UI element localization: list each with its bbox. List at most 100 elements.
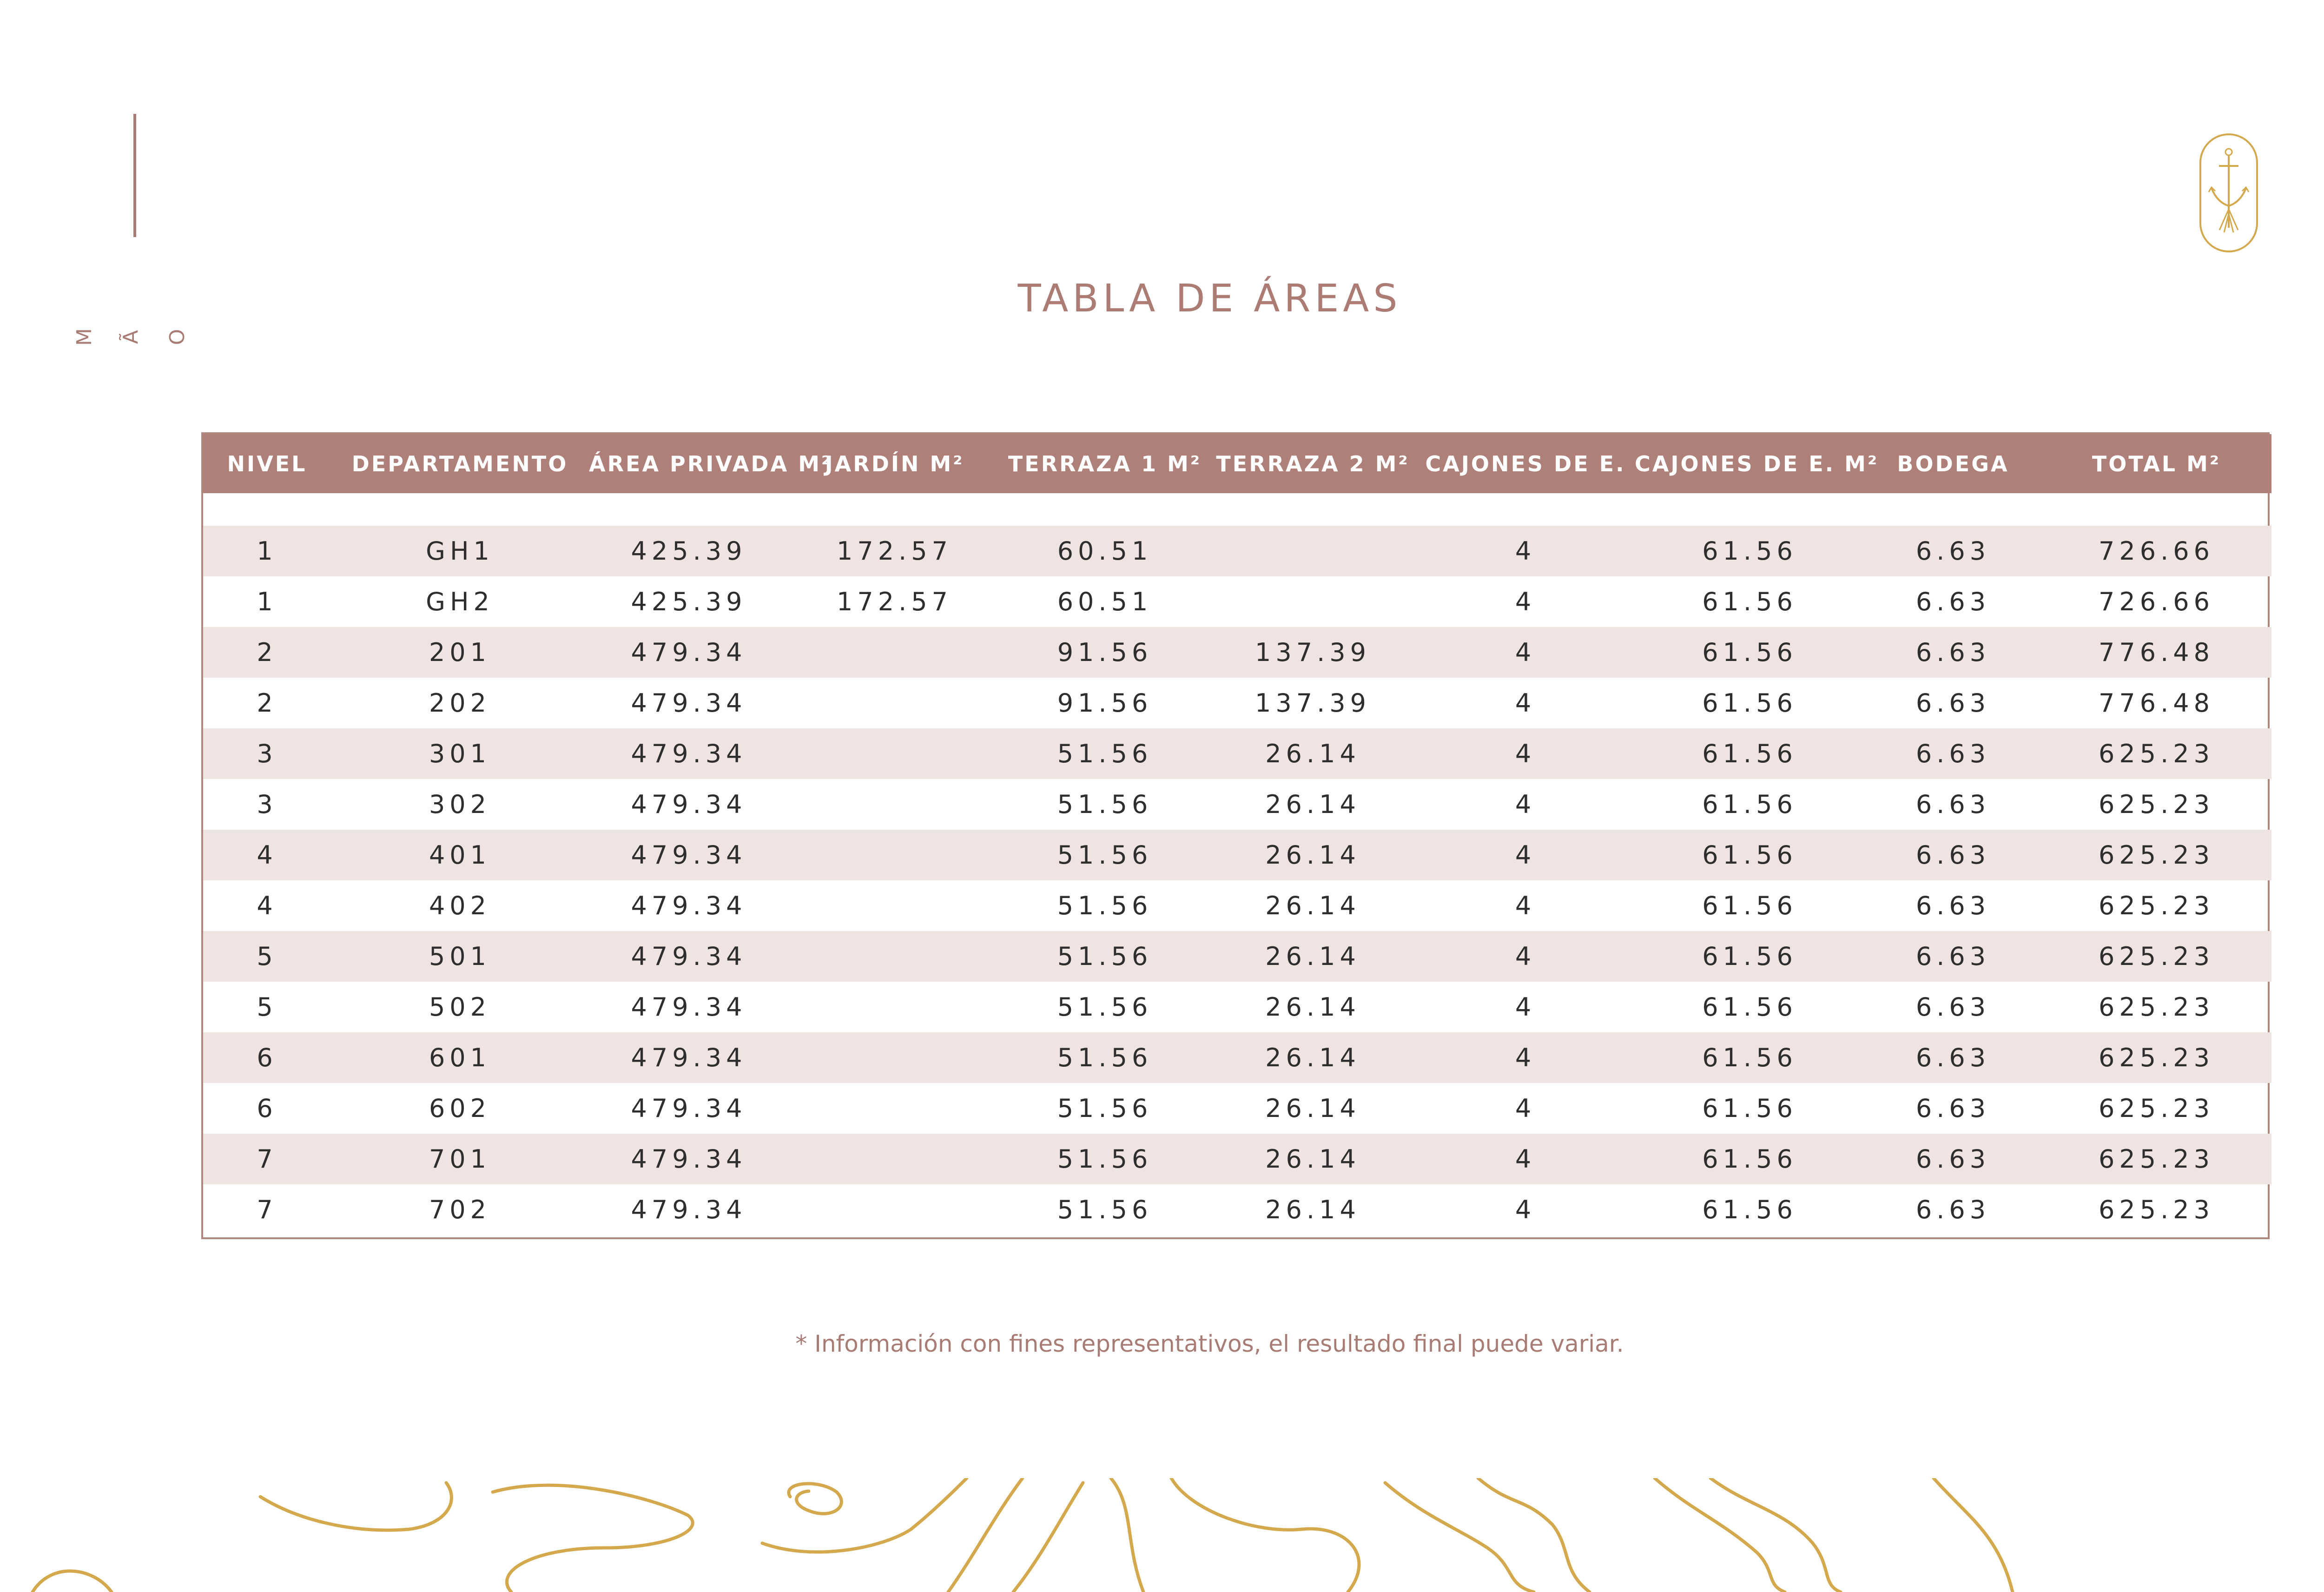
table-cell: 1 bbox=[257, 587, 277, 616]
table-cell: 6.63 bbox=[1915, 688, 1991, 718]
table-cell: 61.56 bbox=[1702, 536, 1797, 566]
table-row: 6 602 479.34 51.56 26.14 4 61.56 6.63 625.23 bbox=[203, 1083, 2271, 1134]
table-cell: 26.14 bbox=[1265, 790, 1360, 819]
table-cell bbox=[1209, 576, 1416, 627]
table-cell: 625.23 bbox=[2099, 1144, 2214, 1174]
table-cell: 726.66 bbox=[2099, 587, 2214, 616]
table-cell bbox=[789, 627, 1000, 678]
table-cell: 479.34 bbox=[631, 1094, 747, 1123]
table-row: 2 202 479.34 91.56 137.39 4 61.56 6.63 776.48 bbox=[203, 678, 2271, 728]
table-cell bbox=[789, 1032, 1000, 1083]
table-cell: 61.56 bbox=[1702, 1094, 1797, 1123]
table-cell: 7 bbox=[257, 1144, 277, 1174]
table-cell: 601 bbox=[429, 1043, 491, 1072]
table-cell: 3 bbox=[257, 739, 277, 768]
table-cell: 4 bbox=[257, 840, 277, 870]
table-cell: 60.51 bbox=[1057, 587, 1153, 616]
table-cell: 7 bbox=[257, 1195, 277, 1224]
column-header: TERRAZA 1 M² bbox=[1008, 451, 1202, 476]
table-cell: 51.56 bbox=[1057, 891, 1153, 920]
table-cell: 26.14 bbox=[1265, 992, 1360, 1022]
table-row: 6 601 479.34 51.56 26.14 4 61.56 6.63 625.23 bbox=[203, 1032, 2271, 1083]
table-cell: 4 bbox=[1515, 891, 1536, 920]
table-cell: 402 bbox=[429, 891, 491, 920]
table-row: 7 701 479.34 51.56 26.14 4 61.56 6.63 625.23 bbox=[203, 1134, 2271, 1184]
table-cell: 137.39 bbox=[1255, 638, 1371, 667]
table-cell: 702 bbox=[429, 1195, 491, 1224]
table-cell: 625.23 bbox=[2099, 1195, 2214, 1224]
table-cell: 6.63 bbox=[1915, 739, 1991, 768]
table-cell: 61.56 bbox=[1702, 942, 1797, 971]
column-header: DEPARTAMENTO bbox=[351, 451, 568, 476]
table-cell: 26.14 bbox=[1265, 1043, 1360, 1072]
table-cell: 61.56 bbox=[1702, 992, 1797, 1022]
table-cell: 302 bbox=[429, 790, 491, 819]
table-cell: 91.56 bbox=[1057, 638, 1153, 667]
table-cell: 6.63 bbox=[1915, 790, 1991, 819]
table-row: 2 201 479.34 91.56 137.39 4 61.56 6.63 776.48 bbox=[203, 627, 2271, 678]
table-cell: 4 bbox=[1515, 992, 1536, 1022]
table-cell: 479.34 bbox=[631, 891, 747, 920]
table-cell bbox=[789, 1083, 1000, 1134]
table-cell: 26.14 bbox=[1265, 1144, 1360, 1174]
table-cell: 51.56 bbox=[1057, 1195, 1153, 1224]
table-cell: 479.34 bbox=[631, 1195, 747, 1224]
table-cell: 61.56 bbox=[1702, 739, 1797, 768]
table-row: 4 402 479.34 51.56 26.14 4 61.56 6.63 625.23 bbox=[203, 880, 2271, 931]
table-cell: 625.23 bbox=[2099, 739, 2214, 768]
table-cell: 6.63 bbox=[1915, 587, 1991, 616]
table-row: 1 GH1 425.39 172.57 60.51 4 61.56 6.63 726.66 bbox=[203, 526, 2271, 576]
column-header: BODEGA bbox=[1897, 451, 2009, 476]
table-cell: 479.34 bbox=[631, 942, 747, 971]
table-cell: 26.14 bbox=[1265, 840, 1360, 870]
table-cell: 4 bbox=[257, 891, 277, 920]
table-row: 3 301 479.34 51.56 26.14 4 61.56 6.63 625.23 bbox=[203, 728, 2271, 779]
table-cell: 2 bbox=[257, 638, 277, 667]
table-cell: 4 bbox=[1515, 536, 1536, 566]
table-cell: 4 bbox=[1515, 1144, 1536, 1174]
table-cell: 26.14 bbox=[1265, 739, 1360, 768]
table-cell: 4 bbox=[1515, 1195, 1536, 1224]
table-cell: 201 bbox=[429, 638, 491, 667]
table-cell: 602 bbox=[429, 1094, 491, 1123]
table-cell: 479.34 bbox=[631, 688, 747, 718]
table-cell: 2 bbox=[257, 688, 277, 718]
table-cell: 301 bbox=[429, 739, 491, 768]
table-cell: 776.48 bbox=[2099, 688, 2214, 718]
table-cell bbox=[789, 1134, 1000, 1184]
page-title: TABLA DE ÁREAS bbox=[1017, 277, 1402, 321]
table-cell: 172.57 bbox=[837, 536, 952, 566]
table-cell: 202 bbox=[429, 688, 491, 718]
table-cell: 6.63 bbox=[1915, 1043, 1991, 1072]
table-cell: 479.34 bbox=[631, 790, 747, 819]
table-cell: 26.14 bbox=[1265, 1195, 1360, 1224]
table-cell: 61.56 bbox=[1702, 1195, 1797, 1224]
column-header: TOTAL M² bbox=[2092, 451, 2221, 476]
table-cell: 26.14 bbox=[1265, 1094, 1360, 1123]
table-cell: 625.23 bbox=[2099, 891, 2214, 920]
anchor-logo-icon bbox=[2199, 133, 2258, 252]
table-cell: 6.63 bbox=[1915, 1144, 1991, 1174]
table-cell: 4 bbox=[1515, 739, 1536, 768]
table-row: 3 302 479.34 51.56 26.14 4 61.56 6.63 625.23 bbox=[203, 779, 2271, 830]
table-cell: 479.34 bbox=[631, 1043, 747, 1072]
table-cell: 6.63 bbox=[1915, 891, 1991, 920]
table-cell: 5 bbox=[257, 992, 277, 1022]
table-cell: 6.63 bbox=[1915, 638, 1991, 667]
table-cell: 4 bbox=[1515, 1043, 1536, 1072]
table-cell: GH1 bbox=[426, 536, 494, 566]
table-cell: 6.63 bbox=[1915, 840, 1991, 870]
table-cell: 51.56 bbox=[1057, 1144, 1153, 1174]
column-header: NIVEL bbox=[227, 451, 307, 476]
table-cell: 6.63 bbox=[1915, 942, 1991, 971]
table-cell: 425.39 bbox=[631, 536, 747, 566]
table-cell: 51.56 bbox=[1057, 739, 1153, 768]
table-cell bbox=[789, 982, 1000, 1032]
table-row: 5 501 479.34 51.56 26.14 4 61.56 6.63 625.23 bbox=[203, 931, 2271, 982]
table-cell: 625.23 bbox=[2099, 1043, 2214, 1072]
table-cell: 625.23 bbox=[2099, 992, 2214, 1022]
table-cell bbox=[789, 728, 1000, 779]
table-cell: 726.66 bbox=[2099, 536, 2214, 566]
table-cell: 6 bbox=[257, 1094, 277, 1123]
table-cell: 625.23 bbox=[2099, 840, 2214, 870]
